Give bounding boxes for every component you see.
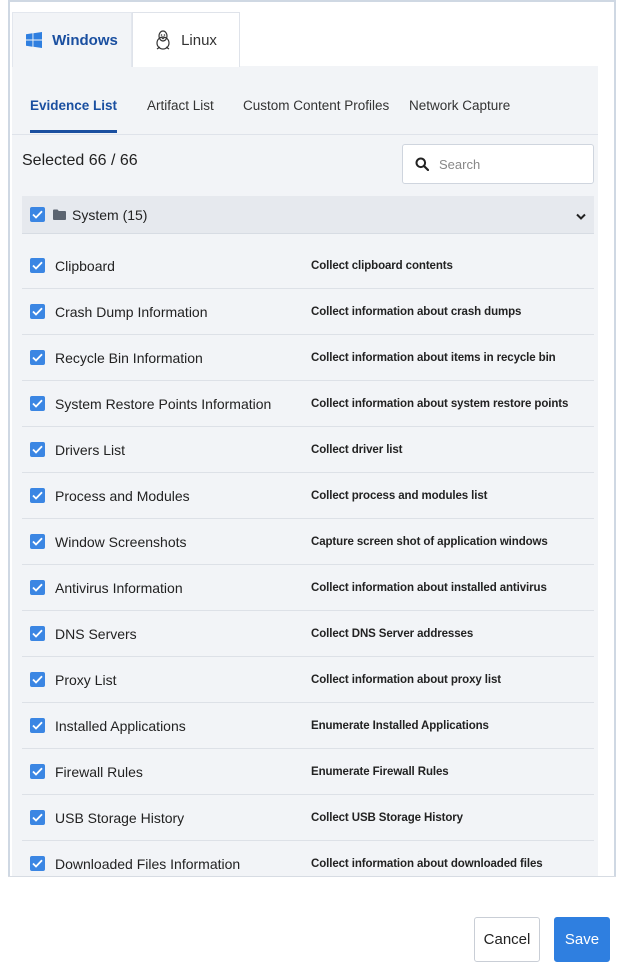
item-name: USB Storage History	[55, 809, 185, 826]
item-description: Collect information about crash dumps	[311, 305, 522, 318]
item-checkbox[interactable]	[30, 488, 45, 503]
item-name: Window Screenshots	[55, 533, 187, 550]
windows-icon	[26, 32, 43, 48]
item-checkbox[interactable]	[30, 442, 45, 457]
item-name: Proxy List	[55, 671, 117, 688]
item-description: Capture screen shot of application windo…	[311, 535, 548, 548]
item-name: Crash Dump Information	[55, 303, 208, 320]
cancel-button[interactable]: Cancel	[474, 917, 540, 962]
item-name: DNS Servers	[55, 625, 137, 642]
item-description: Enumerate Installed Applications	[311, 719, 489, 732]
list-item[interactable]: System Restore Points Information Collect…	[22, 381, 594, 427]
item-description: Collect information about system restore…	[311, 397, 569, 410]
tab-custom-content-profiles[interactable]: Custom Content Profiles	[243, 84, 389, 133]
item-checkbox[interactable]	[30, 856, 45, 871]
item-description: Collect information about proxy list	[311, 673, 501, 686]
list-item[interactable]: Crash Dump Information Collect informatio…	[22, 289, 594, 335]
item-description: Collect USB Storage History	[311, 811, 463, 824]
item-checkbox[interactable]	[30, 258, 45, 273]
tab-windows-label: Windows	[52, 31, 118, 49]
item-checkbox[interactable]	[30, 304, 45, 319]
item-name: System Restore Points Information	[55, 395, 272, 412]
list-item[interactable]: USB Storage History Collect USB Storage H…	[22, 795, 594, 841]
list-item[interactable]: Firewall Rules Enumerate Firewall Rules	[22, 749, 594, 795]
list-item[interactable]: Downloaded Files Information Collect info…	[22, 841, 594, 873]
sub-tabs: Evidence List Artifact List Custom Conte…	[12, 84, 598, 135]
search-box[interactable]	[402, 144, 594, 184]
item-checkbox[interactable]	[30, 718, 45, 733]
item-checkbox[interactable]	[30, 396, 45, 411]
tab-windows[interactable]: Windows	[12, 12, 132, 67]
item-description: Collect information about installed anti…	[311, 581, 547, 594]
item-name: Firewall Rules	[55, 763, 143, 780]
tab-linux-label: Linux	[181, 31, 217, 49]
evidence-list: Clipboard Collect clipboard contents Crash…	[22, 243, 594, 873]
list-item[interactable]: Proxy List Collect information about prox…	[22, 657, 594, 703]
item-checkbox[interactable]	[30, 764, 45, 779]
list-item[interactable]: Recycle Bin Information Collect informati…	[22, 335, 594, 381]
list-item[interactable]: Clipboard Collect clipboard contents	[22, 243, 594, 289]
item-description: Collect process and modules list	[311, 489, 488, 502]
item-name: Clipboard	[55, 257, 115, 274]
item-name: Antivirus Information	[55, 579, 183, 596]
dialog-footer: Cancel Save	[8, 876, 616, 966]
item-checkbox[interactable]	[30, 350, 45, 365]
item-checkbox[interactable]	[30, 672, 45, 687]
linux-penguin-icon	[155, 30, 171, 50]
item-name: Recycle Bin Information	[55, 349, 203, 366]
item-checkbox[interactable]	[30, 580, 45, 595]
item-checkbox[interactable]	[30, 534, 45, 549]
item-description: Collect clipboard contents	[311, 259, 453, 272]
item-description: Enumerate Firewall Rules	[311, 765, 449, 778]
chevron-down-icon[interactable]	[576, 208, 586, 226]
item-description: Collect driver list	[311, 443, 403, 456]
list-item[interactable]: Installed Applications Enumerate Installe…	[22, 703, 594, 749]
group-header-system[interactable]: System (15)	[22, 196, 594, 234]
item-name: Downloaded Files Information	[55, 855, 241, 872]
group-checkbox[interactable]	[30, 207, 45, 222]
list-item[interactable]: Process and Modules Collect process and m…	[22, 473, 594, 519]
item-description: Collect information about items in recyc…	[311, 351, 556, 364]
group-label: System (15)	[72, 206, 148, 223]
tab-linux[interactable]: Linux	[132, 12, 240, 67]
list-item[interactable]: Window Screenshots Capture screen shot of…	[22, 519, 594, 565]
item-name: Process and Modules	[55, 487, 190, 504]
list-item[interactable]: Drivers List Collect driver list	[22, 427, 594, 473]
item-name: Installed Applications	[55, 717, 186, 734]
os-tabs: Windows Linux	[12, 12, 240, 67]
search-input[interactable]	[437, 155, 581, 173]
search-icon	[415, 157, 429, 171]
list-item[interactable]: Antivirus Information Collect information…	[22, 565, 594, 611]
item-checkbox[interactable]	[30, 810, 45, 825]
selected-count: Selected 66 / 66	[22, 152, 138, 169]
item-checkbox[interactable]	[30, 626, 45, 641]
tab-artifact-list[interactable]: Artifact List	[147, 84, 214, 133]
folder-icon	[53, 209, 66, 220]
list-item[interactable]: DNS Servers Collect DNS Server addresses	[22, 611, 594, 657]
item-name: Drivers List	[55, 441, 126, 458]
save-button[interactable]: Save	[554, 917, 610, 962]
tab-evidence-list[interactable]: Evidence List	[30, 84, 118, 133]
item-description: Collect DNS Server addresses	[311, 627, 474, 640]
tab-network-capture[interactable]: Network Capture	[409, 84, 510, 133]
item-description: Collect information about downloaded fil…	[311, 857, 543, 870]
